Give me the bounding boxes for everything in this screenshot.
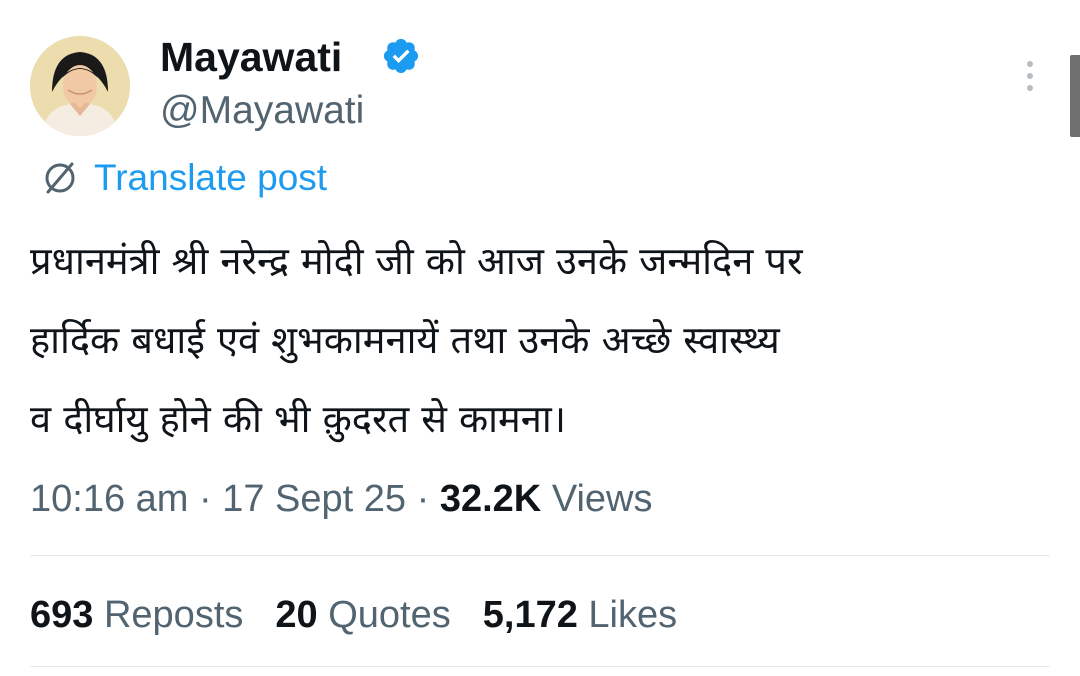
- quotes-label: Quotes: [328, 594, 451, 636]
- more-vertical-icon[interactable]: [1014, 56, 1046, 96]
- author-display-name[interactable]: Mayawati: [160, 34, 342, 80]
- avatar-image: [30, 36, 130, 136]
- tweet-text-line: हार्दिक बधाई एवं शुभकामनायें तथा उनके अच…: [30, 318, 780, 362]
- likes-count: 5,172: [482, 594, 578, 636]
- tweet-text: प्रधानमंत्री श्री नरेन्द्र मोदी जी को आज…: [30, 222, 1060, 459]
- translate-post-label: Translate post: [94, 157, 328, 198]
- translate-globe-icon: [45, 162, 75, 194]
- translate-post-button[interactable]: Translate post: [40, 155, 327, 201]
- tweet-meta: 10:16 am · 17 Sept 25 · 32.2K Views: [30, 474, 653, 524]
- quotes-stat[interactable]: 20 Quotes: [275, 590, 450, 640]
- engagement-stats: 693 Reposts 20 Quotes 5,172 Likes: [30, 590, 709, 640]
- views-label: Views: [551, 478, 653, 520]
- divider: [30, 666, 1050, 667]
- reposts-stat[interactable]: 693 Reposts: [30, 590, 243, 640]
- verified-badge-icon: [383, 38, 419, 74]
- reposts-count: 693: [30, 594, 94, 636]
- meta-separator: ·: [199, 478, 212, 520]
- likes-stat[interactable]: 5,172 Likes: [483, 590, 677, 640]
- tweet-time[interactable]: 10:16 am: [30, 478, 188, 520]
- quotes-count: 20: [275, 594, 318, 636]
- reposts-label: Reposts: [103, 594, 244, 636]
- tweet-text-line: प्रधानमंत्री श्री नरेन्द्र मोदी जी को आज…: [30, 239, 803, 283]
- tweet-date[interactable]: 17 Sept 25: [222, 478, 406, 520]
- divider: [30, 555, 1050, 556]
- avatar[interactable]: [30, 36, 130, 136]
- likes-label: Likes: [588, 594, 678, 636]
- tweet-text-line: व दीर्घायु होने की भी क़ुदरत से कामना।: [30, 397, 567, 441]
- author-handle[interactable]: @Mayawati: [160, 88, 364, 134]
- meta-separator: ·: [416, 478, 430, 520]
- scrollbar-thumb[interactable]: [1070, 55, 1080, 137]
- views-count[interactable]: 32.2K: [440, 478, 541, 520]
